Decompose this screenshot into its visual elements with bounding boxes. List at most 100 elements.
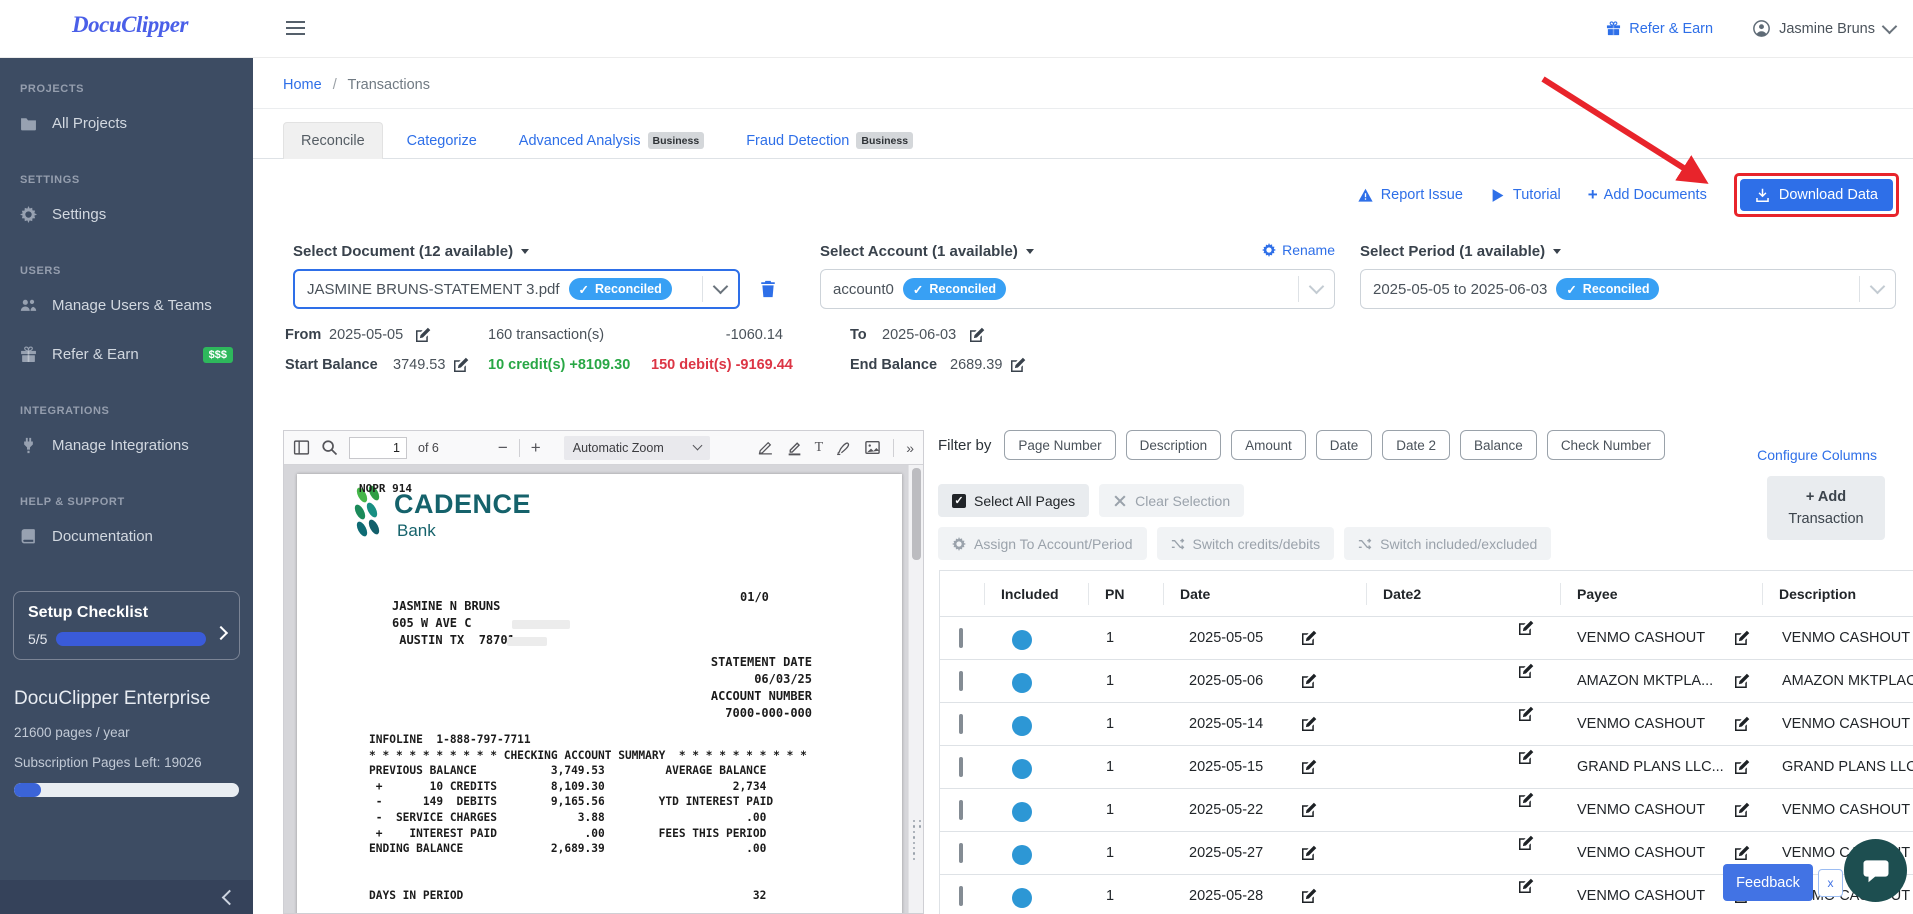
assign-to-account-period-button[interactable]: Assign To Account/Period	[938, 527, 1147, 560]
from-label: From	[285, 327, 322, 343]
feedback-close-button[interactable]: x	[1818, 869, 1843, 897]
edit-date-icon[interactable]	[1301, 845, 1317, 861]
zoom-out-icon[interactable]: −	[498, 439, 508, 456]
edit-start-balance-icon[interactable]	[453, 357, 469, 373]
edit-date-icon[interactable]	[1301, 802, 1317, 818]
configure-columns-link[interactable]: Configure Columns	[1757, 447, 1877, 463]
select-document-label[interactable]: Select Document (12 available)	[293, 243, 530, 260]
sidebar-item-manage-users-teams[interactable]: Manage Users & Teams	[0, 281, 253, 330]
sidebar-item-all-projects[interactable]: All Projects	[0, 99, 253, 148]
row-checkbox[interactable]	[959, 800, 963, 820]
collapse-sidebar-icon[interactable]	[221, 889, 238, 905]
edit-date2-icon[interactable]	[1518, 835, 1534, 851]
edit-date-icon[interactable]	[1301, 673, 1317, 689]
row-checkbox[interactable]	[959, 714, 963, 734]
edit-date2-icon[interactable]	[1518, 792, 1534, 808]
toggle-sidebar-icon[interactable]	[293, 439, 310, 456]
page-number-input[interactable]	[349, 436, 407, 459]
row-checkbox[interactable]	[959, 886, 963, 906]
edit-payee-icon[interactable]	[1734, 759, 1750, 775]
add-text-icon[interactable]: T	[815, 440, 824, 456]
switch-credits-debits-button[interactable]: Switch credits/debits	[1156, 527, 1335, 560]
pdf-scrollbar-thumb[interactable]	[912, 468, 921, 560]
tab-reconcile[interactable]: Reconcile	[283, 122, 383, 159]
edit-payee-icon[interactable]	[1734, 845, 1750, 861]
switch-included-excluded-button[interactable]: Switch included/excluded	[1344, 527, 1552, 560]
select-account-label[interactable]: Select Account (1 available)	[820, 243, 1034, 260]
column-header-date: Date	[1163, 582, 1366, 605]
filter-button-balance[interactable]: Balance	[1460, 430, 1537, 460]
edit-to-date-icon[interactable]	[969, 327, 985, 343]
image-icon[interactable]	[864, 439, 881, 456]
tab-advanced-analysis[interactable]: Advanced Analysis Business	[501, 121, 722, 159]
period-select[interactable]: 2025-05-05 to 2025-06-03 ✓ Reconciled	[1360, 269, 1896, 309]
sidebar-item-refer-earn[interactable]: Refer & Earn $$$	[0, 330, 253, 379]
highlighter-icon[interactable]	[786, 439, 803, 456]
edit-date2-icon[interactable]	[1518, 663, 1534, 679]
filter-button-amount[interactable]: Amount	[1231, 430, 1306, 460]
row-checkbox[interactable]	[959, 628, 963, 648]
row-payee-cell: AMAZON MKTPLA...	[1560, 673, 1762, 689]
edit-payee-icon[interactable]	[1734, 673, 1750, 689]
breadcrumb-current: Transactions	[347, 77, 430, 93]
add-documents-link[interactable]: + Add Documents	[1588, 185, 1707, 205]
breadcrumb-home-link[interactable]: Home	[283, 77, 322, 93]
user-menu[interactable]: Jasmine Bruns	[1753, 18, 1898, 37]
sidebar-item-manage-integrations[interactable]: Manage Integrations	[0, 421, 253, 470]
search-icon[interactable]	[321, 439, 338, 456]
tab-fraud-detection[interactable]: Fraud Detection Business	[728, 121, 931, 159]
report-issue-link[interactable]: Report Issue	[1358, 187, 1463, 203]
add-transaction-button[interactable]: + Add Transaction	[1767, 476, 1885, 540]
panel-resize-handle[interactable]	[913, 820, 921, 862]
delete-document-icon[interactable]	[759, 279, 777, 299]
select-all-pages-button[interactable]: ✓ Select All Pages	[938, 484, 1090, 517]
row-checkbox-cell	[940, 671, 984, 691]
filter-button-check-number[interactable]: Check Number	[1546, 430, 1665, 460]
row-checkbox[interactable]	[959, 671, 963, 691]
toolbar-more-icon[interactable]: »	[906, 441, 914, 455]
sidebar-item-settings[interactable]: Settings	[0, 190, 253, 239]
pen-icon[interactable]	[835, 439, 852, 456]
select-period-label[interactable]: Select Period (1 available)	[1360, 243, 1562, 260]
draw-signature-icon[interactable]	[757, 439, 774, 456]
feedback-button[interactable]: Feedback	[1723, 864, 1813, 901]
edit-payee-icon[interactable]	[1734, 802, 1750, 818]
document-select[interactable]: JASMINE BRUNS-STATEMENT 3.pdf ✓ Reconcil…	[293, 269, 740, 309]
download-data-button[interactable]: Download Data	[1739, 179, 1893, 211]
chevron-down-icon	[1308, 278, 1325, 295]
edit-payee-icon[interactable]	[1734, 716, 1750, 732]
edit-date2-icon[interactable]	[1518, 706, 1534, 722]
clear-selection-button[interactable]: Clear Selection	[1099, 484, 1245, 517]
filter-button-description[interactable]: Description	[1125, 430, 1222, 460]
edit-date-icon[interactable]	[1301, 716, 1317, 732]
row-checkbox[interactable]	[959, 757, 963, 777]
row-date-value: 2025-05-28	[1189, 888, 1264, 904]
edit-end-balance-icon[interactable]	[1010, 357, 1026, 373]
edit-from-date-icon[interactable]	[415, 327, 431, 343]
account-select[interactable]: account0 ✓ Reconciled	[820, 269, 1335, 309]
edit-date-icon[interactable]	[1301, 759, 1317, 775]
edit-date2-icon[interactable]	[1518, 878, 1534, 894]
tutorial-link[interactable]: Tutorial	[1490, 187, 1561, 203]
edit-date-icon[interactable]	[1301, 888, 1317, 904]
sidebar-item-documentation[interactable]: Documentation	[0, 512, 253, 561]
edit-date2-icon[interactable]	[1518, 620, 1534, 636]
pdf-viewer: of 6 − + Automatic Zoom T »	[283, 430, 924, 914]
edit-date-icon[interactable]	[1301, 630, 1317, 646]
zoom-level-select[interactable]: Automatic Zoom	[563, 435, 710, 460]
edit-date2-icon[interactable]	[1518, 749, 1534, 765]
filter-button-date-2[interactable]: Date 2	[1382, 430, 1451, 460]
zoom-in-icon[interactable]: +	[531, 439, 541, 456]
edit-payee-icon[interactable]	[1734, 630, 1750, 646]
row-date-value: 2025-05-14	[1189, 716, 1264, 732]
rename-account-link[interactable]: Rename	[1262, 242, 1335, 258]
chat-widget-button[interactable]	[1844, 839, 1907, 902]
tab-categorize[interactable]: Categorize	[389, 122, 495, 159]
refer-and-earn-link[interactable]: Refer & Earn	[1606, 21, 1713, 37]
filter-button-page-number[interactable]: Page Number	[1004, 430, 1116, 460]
sidebar-item-label: Manage Users & Teams	[52, 297, 212, 314]
hamburger-menu-icon[interactable]	[286, 21, 305, 35]
setup-checklist-card[interactable]: Setup Checklist 5/5	[13, 591, 240, 660]
row-checkbox[interactable]	[959, 843, 963, 863]
filter-button-date[interactable]: Date	[1315, 430, 1373, 460]
